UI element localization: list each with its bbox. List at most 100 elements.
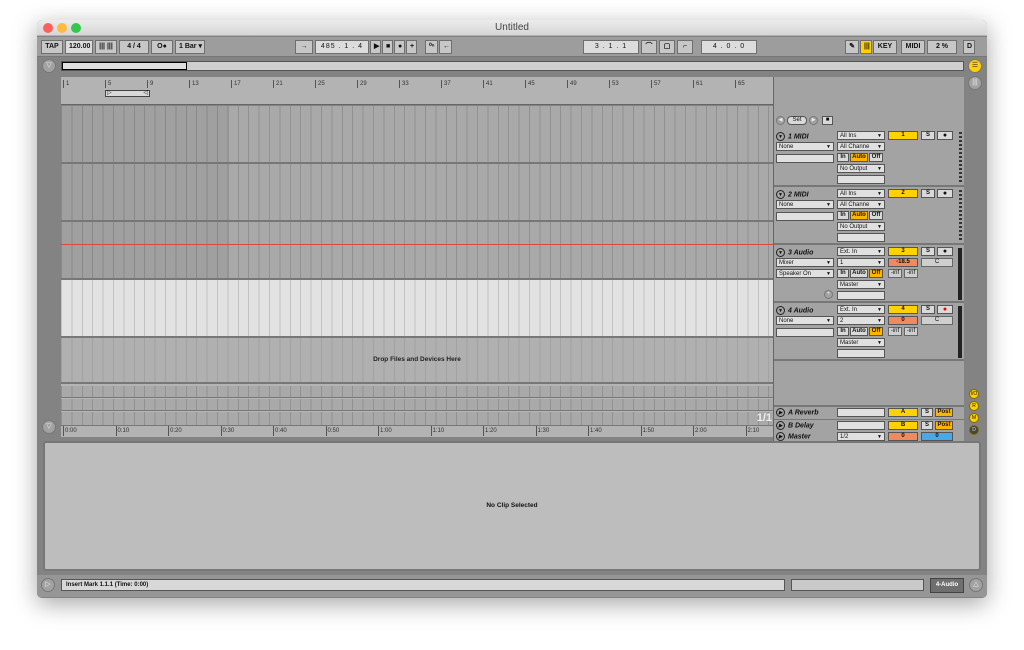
io-toggle-button[interactable]: I/O xyxy=(969,389,979,399)
device-chooser[interactable]: None ▼ xyxy=(776,142,834,151)
play-icon[interactable]: ▶ xyxy=(776,421,785,430)
zoom-window-button[interactable] xyxy=(71,23,81,33)
device-chooser[interactable]: Mixer ▼ xyxy=(776,258,834,267)
track-lane-4[interactable] xyxy=(61,280,773,338)
pan-field[interactable]: C xyxy=(921,316,953,325)
metronome-button[interactable]: O● xyxy=(151,40,173,54)
arrangement-view-icon[interactable]: ☰ xyxy=(968,59,982,73)
input-type-chooser[interactable]: Ext. In ▼ xyxy=(837,305,885,314)
follow-button[interactable]: → xyxy=(295,40,313,54)
device-chooser-2[interactable] xyxy=(776,212,834,221)
monitor-in-button[interactable]: In xyxy=(837,269,849,278)
track-activator-button[interactable]: 3 xyxy=(888,247,918,256)
arm-button[interactable]: ● xyxy=(937,131,953,140)
add-icon[interactable]: + xyxy=(824,290,833,299)
session-view-icon[interactable]: ||| xyxy=(968,76,982,90)
device-chooser-2[interactable]: Speaker On ▼ xyxy=(776,269,834,278)
fold-icon[interactable]: ▼ xyxy=(776,306,785,315)
master-pan-field[interactable]: 0 xyxy=(921,432,953,441)
track-header-2[interactable]: ▼ 2 MIDI None ▼ All Ins ▼ All Channe ▼ In Au… xyxy=(774,187,964,245)
return-output-chooser[interactable] xyxy=(837,408,885,417)
close-window-button[interactable] xyxy=(43,23,53,33)
output-chooser[interactable]: No Output ▼ xyxy=(837,222,885,231)
track-activator-button[interactable]: 4 xyxy=(888,305,918,314)
device-chooser-2[interactable] xyxy=(776,154,834,163)
track-lane-3[interactable] xyxy=(61,222,773,280)
input-type-chooser[interactable]: All Ins ▼ xyxy=(837,189,885,198)
midi-map-button[interactable]: MIDI xyxy=(901,40,925,54)
track-header-1[interactable]: ▼ 1 MIDI None ▼ All Ins ▼ All Channe ▼ In Au… xyxy=(774,129,964,187)
return-solo-button[interactable]: S xyxy=(921,421,933,430)
track-lane-1[interactable] xyxy=(61,106,773,164)
monitor-off-button[interactable]: Off xyxy=(869,153,883,162)
overview-toggle-icon[interactable]: ▽ xyxy=(42,59,56,73)
arm-button[interactable]: ● xyxy=(937,189,953,198)
return-output-chooser[interactable] xyxy=(837,421,885,430)
device-chooser-2[interactable] xyxy=(776,328,834,337)
drop-zone[interactable]: Drop Files and Devices Here xyxy=(61,338,773,384)
return-lane-b[interactable] xyxy=(61,399,773,411)
quantize-menu[interactable]: 1 Bar ▾ xyxy=(175,40,205,54)
output-channel-chooser[interactable] xyxy=(837,349,885,358)
stop-button[interactable]: ■ xyxy=(382,40,393,54)
monitor-off-button[interactable]: Off xyxy=(869,269,883,278)
output-chooser[interactable]: Master ▼ xyxy=(837,280,885,289)
output-channel-chooser[interactable] xyxy=(837,175,885,184)
solo-button[interactable]: S xyxy=(921,189,935,198)
key-map-button[interactable]: KEY xyxy=(873,40,897,54)
time-signature-field[interactable]: 4 / 4 xyxy=(119,40,149,54)
monitor-in-button[interactable]: In xyxy=(837,327,849,336)
output-chooser[interactable]: Master ▼ xyxy=(837,338,885,347)
return-solo-button[interactable]: S xyxy=(921,408,933,417)
output-channel-chooser[interactable] xyxy=(837,291,885,300)
master-lane[interactable]: 1/1 xyxy=(61,412,773,426)
detail-view[interactable]: No Clip Selected xyxy=(43,441,981,571)
detail-view-toggle-icon[interactable]: △ xyxy=(969,578,983,592)
monitor-off-button[interactable]: Off xyxy=(869,211,883,220)
track-name-1[interactable]: ▼ 1 MIDI xyxy=(776,132,809,141)
track-header-4[interactable]: ▼ 4 Audio None ▼ Ext. In ▼ 2 ▼ In Auto Off M… xyxy=(774,303,964,361)
master-name[interactable]: ▶ Master xyxy=(776,432,811,441)
track-name-3[interactable]: ▼ 3 Audio xyxy=(776,248,813,257)
return-post-button[interactable]: Post xyxy=(935,408,953,417)
stop-all-clips-icon[interactable]: ■ xyxy=(822,116,833,125)
return-name-a[interactable]: ▶ A Reverb xyxy=(776,408,818,417)
play-icon[interactable]: ▶ xyxy=(776,432,785,441)
delay-toggle-button[interactable]: D xyxy=(969,425,979,435)
key-map-indicator-icon[interactable]: ||| xyxy=(860,40,872,54)
next-set-icon[interactable]: ▶ xyxy=(809,116,818,125)
solo-button[interactable]: S xyxy=(921,247,935,256)
track-name-2[interactable]: ▼ 2 MIDI xyxy=(776,190,809,199)
overdub-button[interactable]: + xyxy=(406,40,417,54)
set-button[interactable]: Set xyxy=(787,116,807,125)
arrangement-overview[interactable] xyxy=(61,61,964,71)
input-type-chooser[interactable]: All Ins ▼ xyxy=(837,131,885,140)
master-volume-field[interactable]: 0 xyxy=(888,432,918,441)
mixer-drop-area[interactable] xyxy=(774,361,964,407)
track-header-3[interactable]: ▼ 3 Audio Mixer ▼ Speaker On ▼ + Ext. In ▼ 1… xyxy=(774,245,964,303)
solo-button[interactable]: S xyxy=(921,131,935,140)
monitor-in-button[interactable]: In xyxy=(837,211,849,220)
return-header-a[interactable]: ▶ A Reverb A S Post xyxy=(774,407,964,420)
track-activator-button[interactable]: 1 xyxy=(888,131,918,140)
fold-icon[interactable]: ▼ xyxy=(776,190,785,199)
input-channel-chooser[interactable]: 1 ▼ xyxy=(837,258,885,267)
output-chooser[interactable]: No Output ▼ xyxy=(837,164,885,173)
loop-length-field[interactable]: 4 . 0 . 0 xyxy=(701,40,757,54)
return-name-b[interactable]: ▶ B Delay xyxy=(776,421,814,430)
return-post-button[interactable]: Post xyxy=(935,421,953,430)
loop-brace[interactable] xyxy=(105,89,150,97)
monitor-auto-button[interactable]: Auto xyxy=(850,327,868,336)
automation-arm-button[interactable]: ⁰ⁿ xyxy=(425,40,438,54)
return-activator-button[interactable]: A xyxy=(888,408,918,417)
punch-out-button[interactable]: ⌐ xyxy=(677,40,693,54)
tempo-field[interactable]: 120.00 xyxy=(65,40,93,54)
info-view-toggle-icon[interactable]: ▷ xyxy=(41,578,55,592)
track-name-4[interactable]: ▼ 4 Audio xyxy=(776,306,813,315)
pan-field[interactable]: C xyxy=(921,258,953,267)
play-icon[interactable]: ▶ xyxy=(776,408,785,417)
input-channel-chooser[interactable]: All Channe ▼ xyxy=(837,142,885,151)
detail-toggle-icon[interactable]: ▽ xyxy=(42,420,56,434)
monitor-auto-button[interactable]: Auto xyxy=(850,269,868,278)
fold-icon[interactable]: ▼ xyxy=(776,248,785,257)
